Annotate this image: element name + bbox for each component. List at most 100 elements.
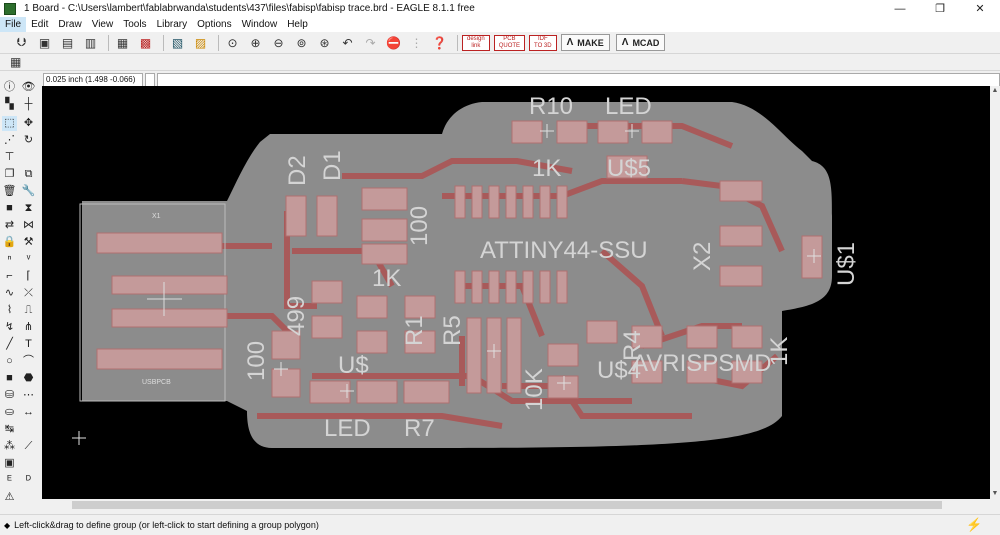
text-icon[interactable]: T	[21, 337, 36, 352]
idf-to-3d-button[interactable]: IDF TO 3D	[529, 34, 557, 51]
board-icon[interactable]: ▦	[113, 34, 132, 52]
wrench-icon[interactable]: 🔧	[21, 184, 36, 199]
menu-window[interactable]: Window	[237, 17, 283, 32]
replace-icon[interactable]: ⧗	[21, 201, 36, 216]
scroll-down-icon[interactable]: ▼	[990, 489, 1000, 499]
stop-icon[interactable]: ⛔	[384, 34, 403, 52]
menu-file[interactable]: File	[0, 17, 27, 32]
wire-icon[interactable]: ╱	[2, 337, 17, 352]
zoom-fit-icon[interactable]: ⊙	[223, 34, 242, 52]
command-toolbox: ⓘ 👁 ▚ ┼ ⬚ ✥ ⋰ ↻ ⊤ ❐ ⧉ 🗑 🔧 ■ ⧗ ⇄ ⋈ 🔒 ⚒ ⁿ …	[0, 78, 42, 503]
menu-view[interactable]: View	[87, 17, 119, 32]
bend-icon[interactable]: ⌈	[21, 269, 36, 284]
autorouter-icon[interactable]: ↯	[2, 320, 17, 335]
menu-library[interactable]: Library	[152, 17, 193, 32]
polygon-icon[interactable]: ⬣	[21, 371, 36, 386]
align-icon[interactable]: ⊤	[2, 150, 17, 165]
value-icon[interactable]: ᵛ	[21, 252, 36, 267]
arc-icon[interactable]: ⌒	[21, 354, 36, 369]
optimize-icon[interactable]: ⌇	[2, 303, 17, 318]
go-icon[interactable]: ⋮	[407, 34, 426, 52]
route-icon[interactable]: ∿	[2, 286, 17, 301]
route-airwire-icon[interactable]: ⟋	[21, 439, 36, 454]
save-icon[interactable]: ▣	[35, 34, 54, 52]
paste-icon[interactable]: ❐	[2, 167, 17, 182]
eagle-app-icon	[4, 2, 16, 15]
script-icon[interactable]: ▧	[168, 34, 187, 52]
run-icon[interactable]: ⚡	[966, 518, 982, 532]
ripup-icon[interactable]: ⤫	[21, 286, 36, 301]
warning-icon[interactable]: ⚠	[2, 490, 17, 505]
open-icon[interactable]: ⮋	[12, 34, 31, 52]
swap-icon[interactable]: ⇄	[2, 218, 17, 233]
close-icon[interactable]: ✕	[960, 0, 1000, 17]
rotate-icon[interactable]: ↻	[21, 133, 36, 148]
label-attiny44: ATTINY44-SSU	[480, 237, 648, 264]
mark-icon[interactable]: ┼	[21, 97, 36, 112]
zoom-select-icon[interactable]: ⊛	[315, 34, 334, 52]
zoom-out-icon[interactable]: ⊖	[269, 34, 288, 52]
copy-icon[interactable]: ⋰	[2, 133, 17, 148]
pcb-quote-button[interactable]: PCB QUOTE	[493, 34, 526, 51]
scroll-up-icon[interactable]: ▲	[990, 86, 1000, 96]
smash-icon[interactable]: ⚒	[21, 235, 36, 250]
via-icon[interactable]: ⛁	[2, 388, 17, 403]
lock-icon[interactable]: 🔒	[2, 235, 17, 250]
menu-edit[interactable]: Edit	[26, 17, 53, 32]
menu-options[interactable]: Options	[192, 17, 236, 32]
menu-tools[interactable]: Tools	[118, 17, 151, 32]
layers-icon[interactable]: ▚	[2, 97, 17, 112]
fanout-icon[interactable]: ⋔	[21, 320, 36, 335]
label-led-top: LED	[605, 93, 652, 120]
add-part-icon[interactable]: ■	[2, 201, 17, 216]
label-r1: R1	[401, 315, 428, 346]
coordinate-menu-button[interactable]	[145, 73, 155, 87]
hole-icon[interactable]: ⛀	[2, 405, 17, 420]
signal-icon[interactable]: ⋯	[21, 388, 36, 403]
zoom-redraw-icon[interactable]: ⊚	[292, 34, 311, 52]
horizontal-scroll-thumb[interactable]	[72, 501, 942, 509]
label-us1: U$1	[833, 242, 860, 286]
drc-board-icon[interactable]: ▣	[2, 456, 17, 471]
print-icon[interactable]: ▤	[58, 34, 77, 52]
cam-icon[interactable]: ▥	[81, 34, 100, 52]
mcad-button[interactable]: Λ MCAD	[615, 34, 666, 51]
menu-draw[interactable]: Draw	[53, 17, 86, 32]
rect-icon[interactable]: ■	[2, 371, 17, 386]
attribute-icon[interactable]: ↹	[2, 422, 17, 437]
split-icon[interactable]: ⋈	[21, 218, 36, 233]
label-r499: 499	[283, 296, 310, 336]
make-button[interactable]: Λ MAKE	[560, 34, 610, 51]
schematic-icon[interactable]: ▩	[136, 34, 155, 52]
meander-icon[interactable]: ⎍	[21, 303, 36, 318]
miter-icon[interactable]: ⌐	[2, 269, 17, 284]
erc-icon[interactable]: ᴱ	[2, 473, 17, 488]
ulp-icon[interactable]: ▨	[191, 34, 210, 52]
dimension-icon[interactable]: ↔	[21, 405, 36, 420]
pcb-layout[interactable]: X1 USBPCB R10 LED 1K U$5 ATTINY44-SSU AV…	[42, 86, 990, 499]
redo-icon[interactable]: ↷	[361, 34, 380, 52]
move-icon[interactable]: ✥	[21, 116, 36, 131]
group-icon[interactable]: ⬚	[2, 116, 17, 131]
vertical-scrollbar[interactable]: ▲ ▼	[990, 86, 1000, 499]
maximize-icon[interactable]: ❐	[920, 0, 960, 17]
ratsnest-icon[interactable]: ⁂	[2, 439, 17, 454]
show-icon[interactable]: 👁	[21, 80, 36, 95]
info-icon[interactable]: ⓘ	[2, 80, 17, 95]
zoom-in-icon[interactable]: ⊕	[246, 34, 265, 52]
circle-icon[interactable]: ○	[2, 354, 17, 369]
mirror-icon[interactable]: ⧉	[21, 167, 36, 182]
grid-icon[interactable]: ▦	[10, 55, 24, 69]
minimize-icon[interactable]: —	[880, 0, 920, 17]
board-canvas[interactable]: X1 USBPCB R10 LED 1K U$5 ATTINY44-SSU AV…	[42, 86, 990, 499]
name-icon[interactable]: ⁿ	[2, 252, 17, 267]
drc-icon[interactable]: ᴰ	[21, 473, 36, 488]
command-line-input[interactable]	[157, 73, 1000, 87]
undo-icon[interactable]: ↶	[338, 34, 357, 52]
design-link-button[interactable]: design link	[462, 34, 490, 51]
label-r4: R4	[619, 330, 646, 361]
horizontal-scrollbar[interactable]	[42, 499, 1000, 511]
menu-help[interactable]: Help	[282, 17, 313, 32]
help-icon[interactable]: ❓	[430, 34, 449, 52]
delete-icon[interactable]: 🗑	[2, 184, 17, 199]
